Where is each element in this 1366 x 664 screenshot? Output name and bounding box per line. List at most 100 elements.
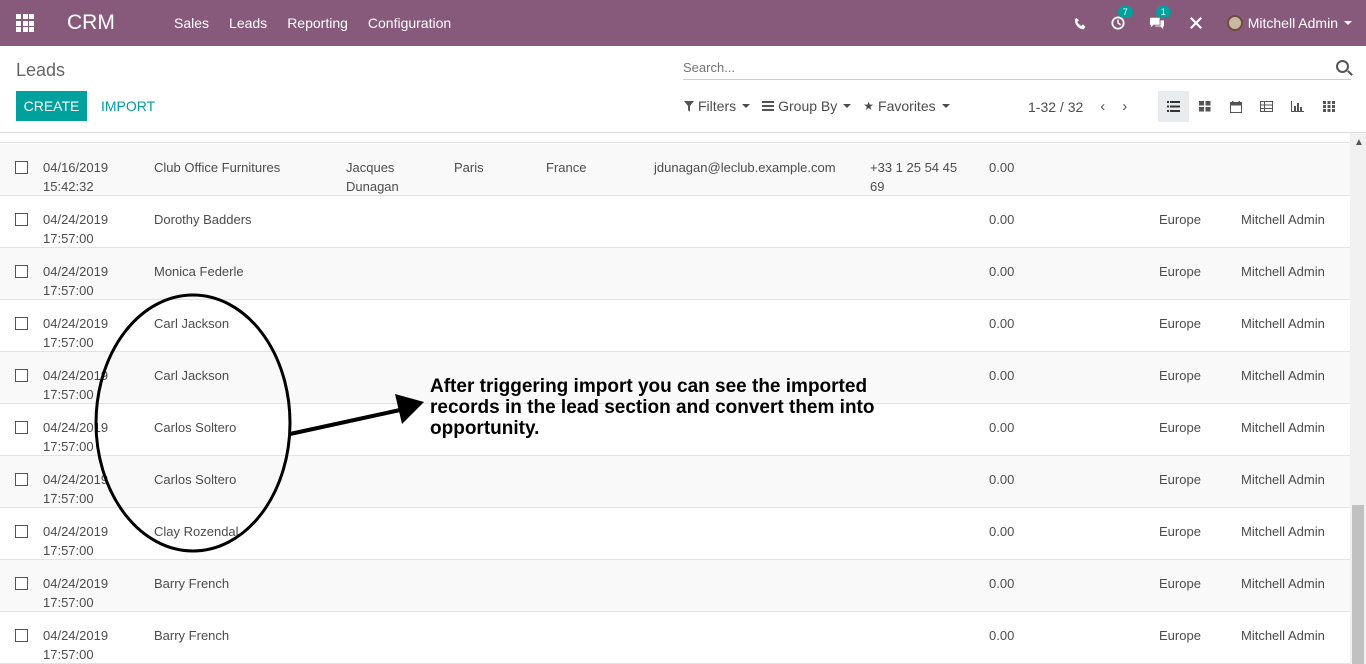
annotation-text: After triggering import you can see the … [430, 376, 950, 439]
row-checkbox[interactable] [15, 369, 28, 382]
sales-team: Europe [1159, 628, 1201, 643]
row-checkbox[interactable] [15, 629, 28, 642]
sales-team: Europe [1159, 524, 1201, 539]
phone-icon[interactable] [1074, 17, 1087, 30]
groupby-label: Group By [778, 98, 838, 114]
scrollbar-thumb[interactable] [1352, 505, 1364, 664]
app-name[interactable]: CRM [67, 11, 115, 35]
table-row[interactable]: 04/16/2019 15:42:32 Club Office Furniture… [0, 144, 1350, 196]
annotation-line-3: opportunity. [430, 418, 540, 439]
row-checkbox[interactable] [15, 265, 28, 278]
chevron-right-icon[interactable]: › [1122, 98, 1127, 115]
calendar-view-icon[interactable] [1220, 91, 1251, 122]
lead-name: Monica Federle [154, 264, 244, 279]
scroll-up-icon[interactable]: ▲ [1354, 137, 1364, 148]
groupby-dropdown[interactable]: Group By [762, 98, 852, 114]
row-checkbox[interactable] [15, 577, 28, 590]
main-menu: Sales Leads Reporting Configuration [164, 15, 461, 31]
expected-revenue: 0.00 [989, 212, 1015, 227]
filters-label: Filters [698, 98, 737, 114]
table-row[interactable]: 04/24/2019 17:57:00 Monica Federle 0.00 E… [0, 248, 1350, 300]
sales-team: Europe [1159, 316, 1201, 331]
table-row[interactable]: 04/24/2019 17:57:00 Carlos Soltero 0.00 E… [0, 456, 1350, 508]
chevron-left-icon[interactable]: ‹ [1100, 98, 1105, 115]
salesperson: Mitchell Admin [1241, 420, 1325, 435]
kanban-view-icon[interactable] [1189, 91, 1220, 122]
expected-revenue: 0.00 [989, 472, 1015, 487]
created-date: 04/24/2019 17:57:00 [43, 576, 109, 610]
pager-value[interactable]: 1-32 / 32 [1028, 99, 1083, 115]
country: France [546, 160, 587, 175]
import-button[interactable]: IMPORT [101, 98, 155, 114]
created-date: 04/24/2019 17:57:00 [43, 212, 109, 246]
graph-view-icon[interactable] [1282, 91, 1313, 122]
phone: +33 1 25 54 45 69 [870, 160, 958, 194]
table-row[interactable]: 04/24/2019 17:57:00 Clay Rozendal 0.00 Eu… [0, 508, 1350, 560]
lead-name: Barry French [154, 576, 230, 591]
lead-name: Carlos Soltero [154, 420, 237, 435]
menu-reporting[interactable]: Reporting [287, 15, 348, 31]
pivot-view-icon[interactable] [1251, 91, 1282, 122]
breadcrumb: Leads [16, 60, 66, 80]
lead-name: Carl Jackson [154, 316, 230, 331]
table-row[interactable]: 04/24/2019 17:57:00 Barry French 0.00 Eur… [0, 560, 1350, 612]
list-view-icon[interactable] [1158, 91, 1189, 122]
table-row[interactable]: 04/24/2019 17:57:00 Barry French 0.00 Eur… [0, 612, 1350, 664]
contact-name: Jacques Dunagan [346, 160, 399, 194]
search-bar [683, 58, 1351, 80]
created-date: 04/24/2019 17:57:00 [43, 368, 109, 402]
sales-team: Europe [1159, 264, 1201, 279]
row-checkbox[interactable] [15, 161, 28, 174]
lead-name: Clay Rozendal [154, 524, 239, 539]
filters-dropdown[interactable]: Filters [684, 98, 751, 114]
list-bars-icon [762, 101, 775, 111]
created-date: 04/24/2019 17:57:00 [43, 264, 109, 298]
salesperson: Mitchell Admin [1241, 212, 1325, 227]
view-switcher [1158, 91, 1344, 122]
activity-clock-icon[interactable]: 7 [1111, 6, 1133, 30]
activity-badge: 7 [1117, 6, 1133, 18]
table-row[interactable]: 04/24/2019 17:57:00 Carl Jackson 0.00 Eur… [0, 300, 1350, 352]
messages-icon[interactable]: 1 [1149, 6, 1171, 30]
menu-configuration[interactable]: Configuration [368, 15, 451, 31]
favorites-label: Favorites [878, 98, 936, 114]
expected-revenue: 0.00 [989, 264, 1015, 279]
sales-team: Europe [1159, 420, 1201, 435]
table-row[interactable]: 04/24/2019 17:57:00 Dorothy Badders 0.00 … [0, 196, 1350, 248]
created-date: 04/24/2019 17:57:00 [43, 628, 109, 662]
search-options: Filters Group By ★ Favorites [684, 98, 962, 114]
debug-tools-icon[interactable] [1189, 16, 1203, 30]
created-date: 04/16/2019 15:42:32 [43, 160, 109, 194]
row-checkbox[interactable] [15, 473, 28, 486]
menu-sales[interactable]: Sales [174, 15, 209, 31]
salesperson: Mitchell Admin [1241, 472, 1325, 487]
menu-leads[interactable]: Leads [229, 15, 267, 31]
row-checkbox[interactable] [15, 213, 28, 226]
activity-view-icon[interactable] [1313, 91, 1344, 122]
chevron-down-icon [941, 104, 950, 108]
search-icon[interactable] [1336, 60, 1349, 73]
created-date: 04/24/2019 17:57:00 [43, 524, 109, 558]
systray: 7 1 Mitchell Admin [1062, 0, 1366, 46]
row-checkbox[interactable] [15, 525, 28, 538]
search-input[interactable] [683, 58, 1313, 76]
control-panel: Leads CREATE IMPORT Filters Group By ★ F… [0, 46, 1366, 133]
user-menu[interactable]: Mitchell Admin [1226, 15, 1352, 31]
salesperson: Mitchell Admin [1241, 368, 1325, 383]
create-button[interactable]: CREATE [16, 91, 87, 121]
vertical-scrollbar[interactable]: ▲ [1350, 133, 1366, 664]
row-checkbox[interactable] [15, 317, 28, 330]
sales-team: Europe [1159, 472, 1201, 487]
expected-revenue: 0.00 [989, 316, 1015, 331]
messages-badge: 1 [1155, 6, 1171, 18]
sales-team: Europe [1159, 212, 1201, 227]
expected-revenue: 0.00 [989, 524, 1015, 539]
row-checkbox[interactable] [15, 421, 28, 434]
lead-name: Carl Jackson [154, 368, 230, 383]
favorites-dropdown[interactable]: ★ Favorites [863, 98, 950, 114]
expected-revenue: 0.00 [989, 576, 1015, 591]
expected-revenue: 0.00 [989, 420, 1015, 435]
lead-name: Barry French [154, 628, 230, 643]
avatar [1226, 15, 1243, 31]
apps-menu-icon[interactable] [16, 14, 34, 32]
